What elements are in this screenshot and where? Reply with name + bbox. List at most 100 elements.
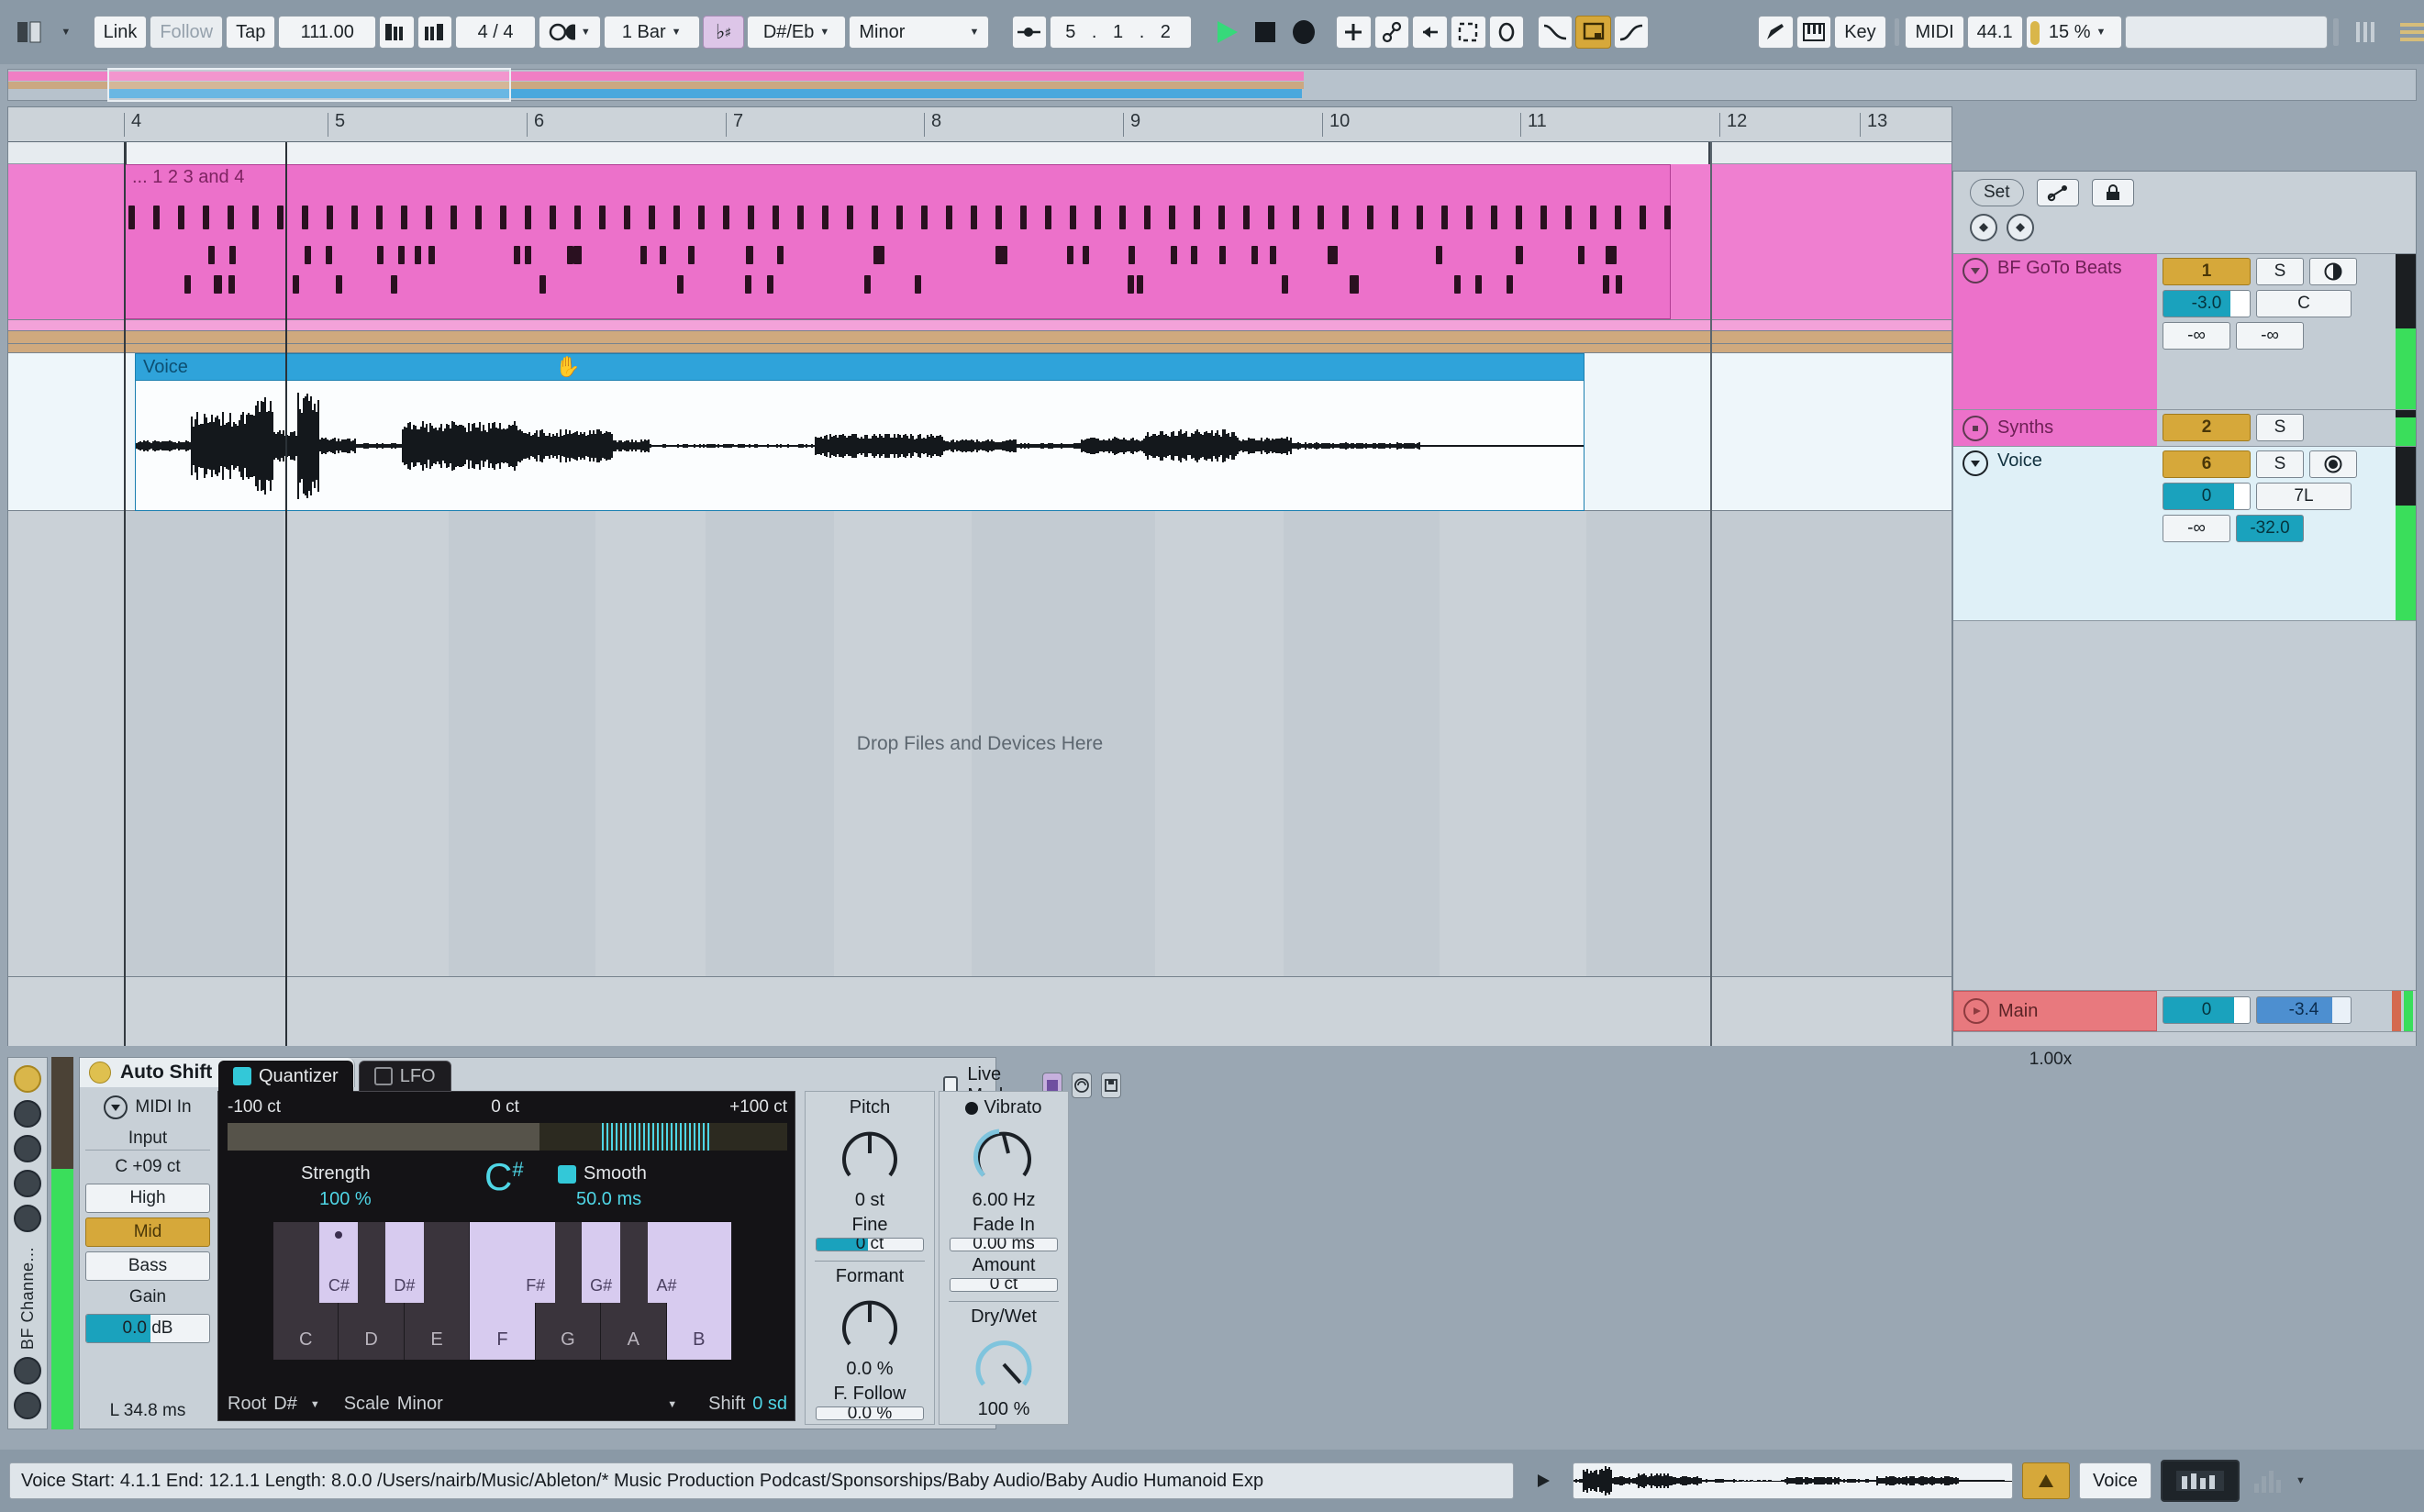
vibrato-rate-value[interactable]: 6.00 Hz	[973, 1190, 1036, 1211]
gain-field[interactable]: 0.0 dB	[85, 1314, 210, 1343]
key-signature-icon[interactable]: ♭ ♯	[702, 16, 744, 49]
midi-note[interactable]	[336, 275, 342, 294]
midi-note[interactable]	[767, 275, 773, 294]
rec-arm-icon[interactable]	[2309, 450, 2357, 478]
device-on-off-icon[interactable]	[89, 1062, 111, 1084]
midi-note[interactable]	[777, 246, 784, 264]
midi-note[interactable]	[1119, 206, 1126, 229]
preview-thumbnail-icon[interactable]	[2160, 1460, 2240, 1502]
midi-note[interactable]	[1243, 206, 1250, 229]
vibrato-rate-knob[interactable]	[971, 1122, 1037, 1188]
midi-note[interactable]	[1251, 246, 1258, 264]
fold-tracks-icon[interactable]	[1970, 214, 1997, 241]
midi-note[interactable]	[1095, 206, 1101, 229]
midi-note[interactable]	[1491, 206, 1497, 229]
midi-note[interactable]	[688, 246, 695, 264]
tempo-field[interactable]: 111.00	[278, 16, 377, 49]
midi-note[interactable]	[872, 206, 878, 229]
midi-note[interactable]	[748, 206, 754, 229]
vibrato-enable-icon[interactable]	[965, 1101, 979, 1115]
midi-note[interactable]	[1516, 206, 1522, 229]
playhead-position-field[interactable]: 5 . 1 . 2	[1050, 16, 1193, 49]
root-value[interactable]: D#	[273, 1394, 297, 1415]
midi-note[interactable]	[1540, 206, 1547, 229]
scale-keyboard[interactable]: C D E F G A B C# D# F# G# A#	[273, 1222, 732, 1360]
unfold-tracks-icon[interactable]	[2007, 214, 2034, 241]
group-track-icon[interactable]	[1963, 415, 1988, 441]
midi-note[interactable]	[574, 206, 581, 229]
dry-wet-knob[interactable]	[971, 1331, 1037, 1397]
midi-note[interactable]	[624, 206, 630, 229]
quantization-menu[interactable]: 1 Bar ▼	[603, 16, 700, 49]
device-link-icon[interactable]	[14, 1357, 41, 1385]
track-header-bf-goto-beats[interactable]: BF GoTo Beats 1 S -3.0 C -∞ -∞	[1953, 254, 2416, 410]
piano-black-key-fsharp[interactable]: F#	[516, 1222, 555, 1303]
pencil-draw-icon[interactable]	[1758, 16, 1794, 49]
midi-note[interactable]	[539, 275, 546, 294]
main-track-icon[interactable]	[1963, 998, 1989, 1024]
piano-black-key-gsharp[interactable]: G#	[582, 1222, 621, 1303]
track-title-area[interactable]: Voice	[1953, 447, 2157, 620]
set-button[interactable]: Set	[1970, 179, 2024, 206]
vibrato-toggle[interactable]: Vibrato	[965, 1097, 1042, 1118]
fine-field[interactable]: 0 ct	[816, 1238, 924, 1251]
midi-note[interactable]	[475, 206, 482, 229]
arrangement-canvas[interactable]: 4 5 6 7 8 9 10 11 12 13 ... 1 2 3 and 4	[7, 106, 1952, 1088]
follow-button[interactable]: Follow	[150, 16, 224, 49]
track-lane-bf-goto-beats[interactable]: ... 1 2 3 and 4	[8, 164, 1951, 320]
range-bass-button[interactable]: Bass	[85, 1251, 210, 1281]
device-macro-icon[interactable]	[14, 1392, 41, 1420]
midi-note[interactable]	[428, 246, 435, 264]
empty-track-area[interactable]: Drop Files and Devices Here	[8, 511, 1951, 977]
scale-value[interactable]: Minor	[397, 1394, 443, 1415]
midi-clip[interactable]: ... 1 2 3 and 4	[124, 164, 1671, 319]
bar-ruler[interactable]: 4 5 6 7 8 9 10 11 12 13	[8, 107, 1951, 142]
piano-black-key-csharp[interactable]: C#	[319, 1222, 359, 1303]
midi-note[interactable]	[1517, 246, 1523, 264]
midi-note[interactable]	[1436, 246, 1442, 264]
midi-note[interactable]	[878, 246, 884, 264]
midi-note[interactable]	[377, 246, 384, 264]
midi-note[interactable]	[1664, 206, 1671, 229]
midi-note[interactable]	[415, 246, 421, 264]
midi-note[interactable]	[500, 206, 506, 229]
midi-note[interactable]	[723, 206, 729, 229]
send-b-field[interactable]: -∞	[2236, 322, 2304, 350]
midi-note[interactable]	[550, 206, 556, 229]
tab-quantizer[interactable]: Quantizer	[218, 1061, 353, 1092]
automation-pen-icon[interactable]	[2036, 179, 2079, 206]
midi-note[interactable]	[252, 206, 259, 229]
midi-note[interactable]	[677, 275, 684, 294]
midi-note[interactable]	[1293, 206, 1299, 229]
midi-note[interactable]	[228, 275, 235, 294]
piano-black-key-asharp[interactable]: A#	[647, 1222, 686, 1303]
device-power-icon[interactable]	[14, 1065, 41, 1093]
arrangement-position-lock-icon[interactable]	[1011, 16, 1048, 49]
midi-note[interactable]	[1615, 206, 1621, 229]
capture-midi-icon[interactable]	[1336, 16, 1372, 49]
midi-note[interactable]	[514, 246, 520, 264]
midi-note[interactable]	[649, 206, 655, 229]
midi-note[interactable]	[1507, 275, 1513, 294]
send-a-field[interactable]: -∞	[2163, 322, 2230, 350]
loop-start-marker[interactable]	[124, 142, 126, 1060]
send-b-field[interactable]: -32.0	[2236, 515, 2304, 542]
midi-note[interactable]	[847, 206, 853, 229]
device-chain-icon[interactable]	[14, 1100, 41, 1128]
device-collapse-icon[interactable]	[14, 1170, 41, 1197]
scale-caret-icon[interactable]: ▼	[667, 1399, 677, 1410]
midi-note[interactable]	[1441, 206, 1448, 229]
send-a-field[interactable]: -∞	[2163, 515, 2230, 542]
tab-lfo[interactable]: LFO	[358, 1061, 451, 1092]
main-track-title[interactable]: Main	[1953, 991, 2157, 1031]
midi-note[interactable]	[1466, 206, 1473, 229]
midi-in-triangle-icon[interactable]	[104, 1095, 128, 1119]
midi-note[interactable]	[426, 206, 432, 229]
midi-note[interactable]	[822, 206, 828, 229]
link-button[interactable]: Link	[93, 16, 148, 49]
track-lane-voice[interactable]: Voice ✋	[8, 353, 1951, 511]
midi-note[interactable]	[1565, 206, 1572, 229]
quantizer-enable-icon[interactable]	[233, 1067, 251, 1085]
loop-end-marker[interactable]	[1710, 142, 1712, 1060]
midi-note[interactable]	[1001, 246, 1007, 264]
